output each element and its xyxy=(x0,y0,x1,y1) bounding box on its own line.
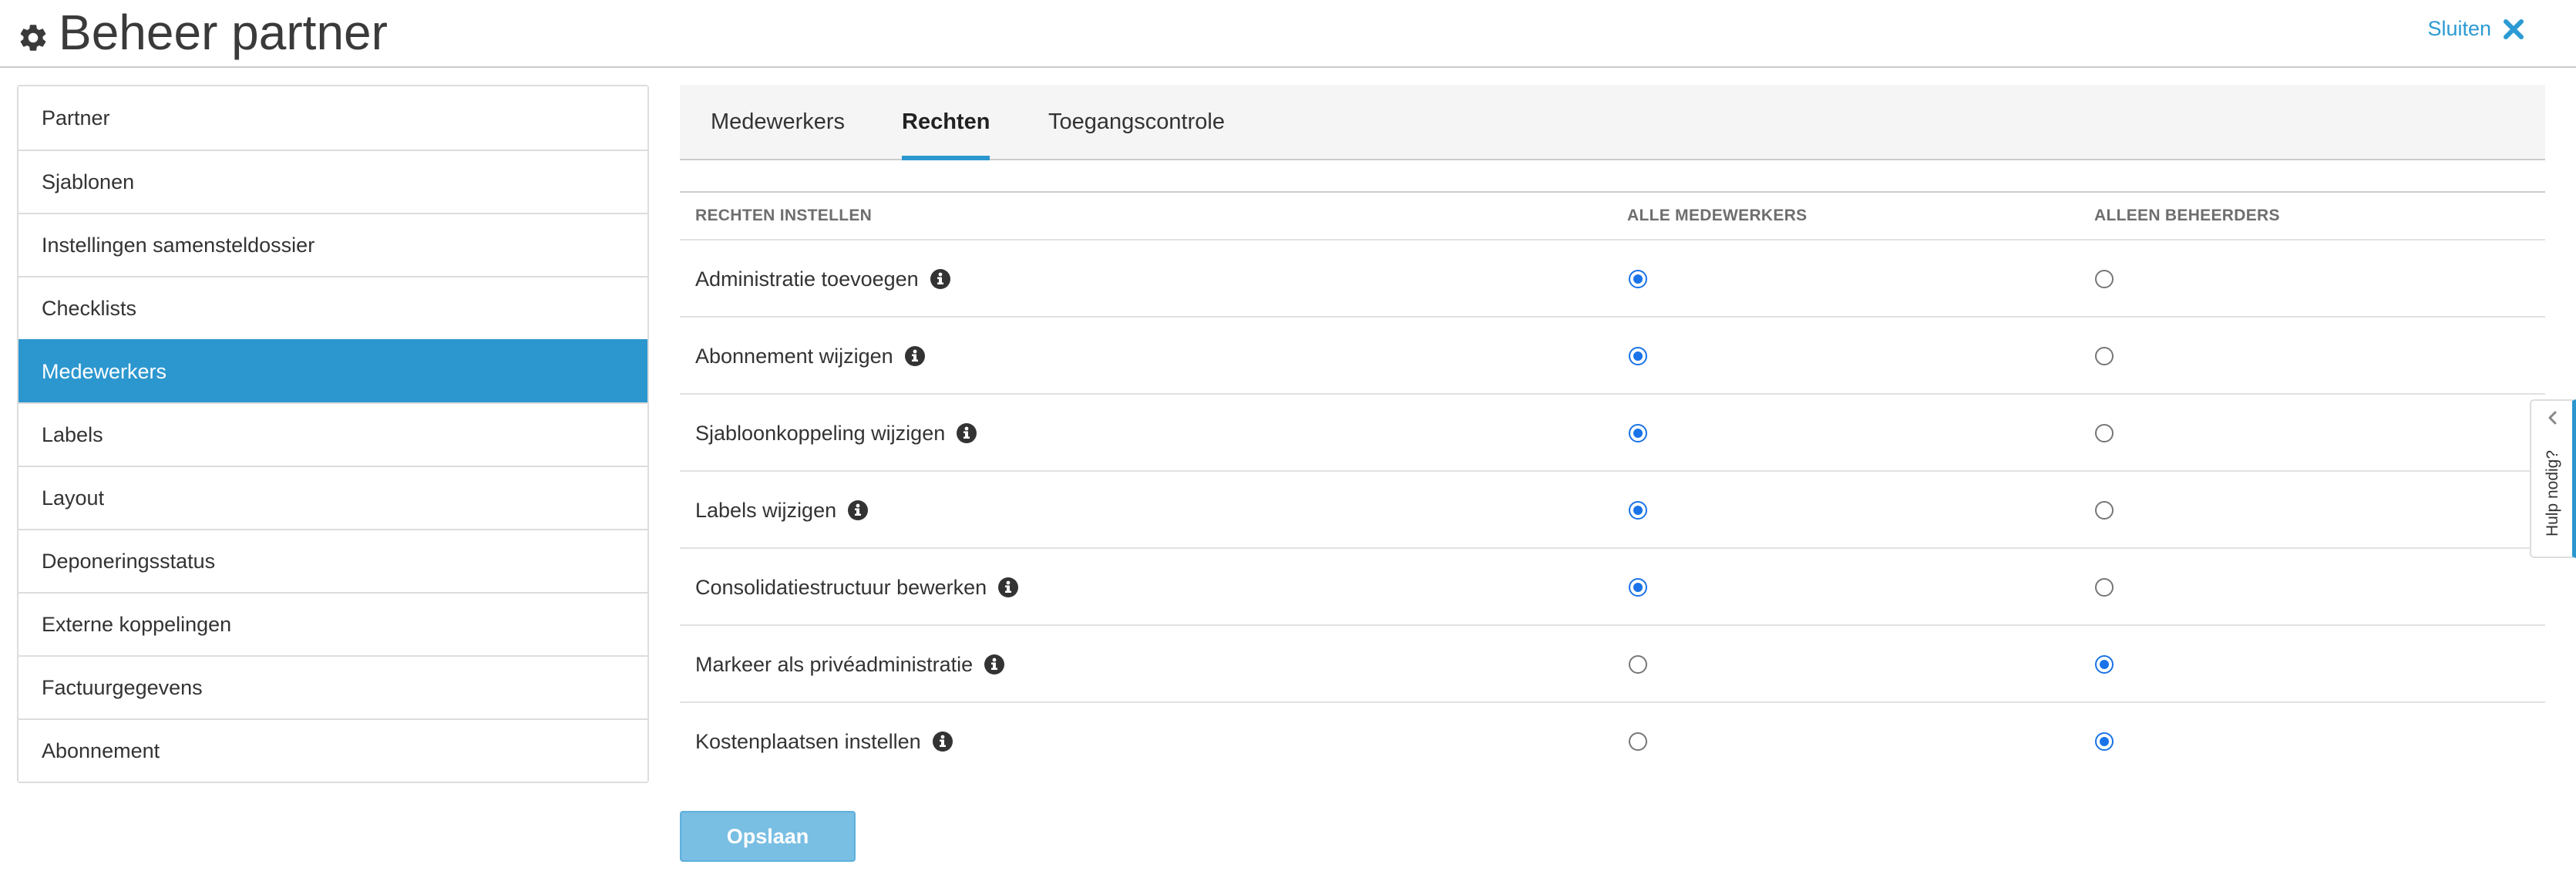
row-label: Abonnement wijzigen xyxy=(695,318,926,395)
table-header: RECHTEN INSTELLEN ALLE MEDEWERKERS ALLEE… xyxy=(680,193,2545,240)
right-name: Administratie toevoegen xyxy=(695,267,919,291)
sidebar-item-factuurgegevens[interactable]: Factuurgegevens xyxy=(18,655,647,718)
column-header-rights: RECHTEN INSTELLEN xyxy=(695,207,873,224)
table-row: Administratie toevoegen xyxy=(680,240,2545,318)
tab-medewerkers[interactable]: Medewerkers xyxy=(711,85,845,159)
radio-all-employees[interactable] xyxy=(1629,347,1647,365)
table-row: Sjabloonkoppeling wijzigen xyxy=(680,395,2545,472)
sidebar-item-layout[interactable]: Layout xyxy=(18,466,647,529)
right-name: Sjabloonkoppeling wijzigen xyxy=(695,421,946,445)
right-name: Consolidatiestructuur bewerken xyxy=(695,575,987,599)
right-name: Abonnement wijzigen xyxy=(695,344,893,368)
page-header: Beheer partner Sluiten xyxy=(0,0,2576,68)
radio-all-employees[interactable] xyxy=(1629,578,1647,597)
sidebar-item-checklists[interactable]: Checklists xyxy=(18,276,647,339)
gear-icon xyxy=(17,22,49,54)
radio-all-employees[interactable] xyxy=(1629,732,1647,751)
info-icon[interactable] xyxy=(956,422,977,444)
right-name: Kostenplaatsen instellen xyxy=(695,729,921,753)
info-icon[interactable] xyxy=(847,500,869,521)
radio-admins-only[interactable] xyxy=(2095,578,2114,597)
sidebar-item-partner[interactable]: Partner xyxy=(18,86,647,150)
radio-all-employees[interactable] xyxy=(1629,501,1647,520)
sidebar-item-deponeringsstatus[interactable]: Deponeringsstatus xyxy=(18,529,647,592)
radio-all-employees[interactable] xyxy=(1629,424,1647,442)
radio-all-employees[interactable] xyxy=(1629,655,1647,674)
save-button[interactable]: Opslaan xyxy=(680,811,856,862)
row-label: Sjabloonkoppeling wijzigen xyxy=(695,395,977,472)
sidebar-item-medewerkers[interactable]: Medewerkers xyxy=(18,339,647,402)
close-button[interactable]: Sluiten xyxy=(2427,17,2525,41)
tab-toegangscontrole[interactable]: Toegangscontrole xyxy=(1048,85,1225,159)
radio-admins-only[interactable] xyxy=(2095,270,2114,288)
right-name: Markeer als privéadministratie xyxy=(695,652,974,676)
sidebar-item-labels[interactable]: Labels xyxy=(18,402,647,466)
info-icon[interactable] xyxy=(930,268,951,290)
row-label: Markeer als privéadministratie xyxy=(695,626,1005,703)
chevron-left-icon[interactable] xyxy=(2545,410,2561,426)
radio-admins-only[interactable] xyxy=(2095,732,2114,751)
info-icon[interactable] xyxy=(997,577,1019,598)
radio-admins-only[interactable] xyxy=(2095,424,2114,442)
tab-bar: Medewerkers Rechten Toegangscontrole xyxy=(680,85,2545,160)
help-label[interactable]: Hulp nodig? xyxy=(2544,450,2562,536)
sidebar-item-sjablonen[interactable]: Sjablonen xyxy=(18,150,647,213)
sidebar-item-abonnement[interactable]: Abonnement xyxy=(18,718,647,782)
table-row: Kostenplaatsen instellen xyxy=(680,703,2545,780)
radio-admins-only[interactable] xyxy=(2095,655,2114,674)
page-title-text: Beheer partner xyxy=(59,5,388,60)
info-icon[interactable] xyxy=(984,654,1005,675)
row-label: Consolidatiestructuur bewerken xyxy=(695,549,1019,626)
row-label: Labels wijzigen xyxy=(695,472,869,549)
info-icon[interactable] xyxy=(932,731,953,752)
table-row: Labels wijzigen xyxy=(680,472,2545,549)
close-icon[interactable] xyxy=(2502,18,2525,41)
tab-rechten[interactable]: Rechten xyxy=(902,85,990,160)
help-tab[interactable]: Hulp nodig? xyxy=(2530,399,2576,558)
page-title: Beheer partner xyxy=(17,2,388,63)
sidebar-item-externe-koppelingen[interactable]: Externe koppelingen xyxy=(18,592,647,655)
table-body: Administratie toevoegen Abonnement wijzig… xyxy=(680,240,2545,780)
radio-all-employees[interactable] xyxy=(1629,270,1647,288)
column-header-admins-only: ALLEEN BEHEERDERS xyxy=(2094,207,2280,224)
rights-table: RECHTEN INSTELLEN ALLE MEDEWERKERS ALLEE… xyxy=(680,191,2545,780)
column-header-all-employees: ALLE MEDEWERKERS xyxy=(1627,207,1808,224)
info-icon[interactable] xyxy=(904,345,926,367)
radio-admins-only[interactable] xyxy=(2095,347,2114,365)
close-label[interactable]: Sluiten xyxy=(2427,17,2491,41)
table-row: Markeer als privéadministratie xyxy=(680,626,2545,703)
radio-admins-only[interactable] xyxy=(2095,501,2114,520)
sidebar-item-instellingen-samensteldossier[interactable]: Instellingen samensteldossier xyxy=(18,213,647,276)
sidebar-nav: Partner Sjablonen Instellingen samensteldo… xyxy=(17,85,649,783)
table-row: Abonnement wijzigen xyxy=(680,318,2545,395)
table-row: Consolidatiestructuur bewerken xyxy=(680,549,2545,626)
right-name: Labels wijzigen xyxy=(695,498,837,522)
row-label: Administratie toevoegen xyxy=(695,240,951,318)
row-label: Kostenplaatsen instellen xyxy=(695,703,953,780)
